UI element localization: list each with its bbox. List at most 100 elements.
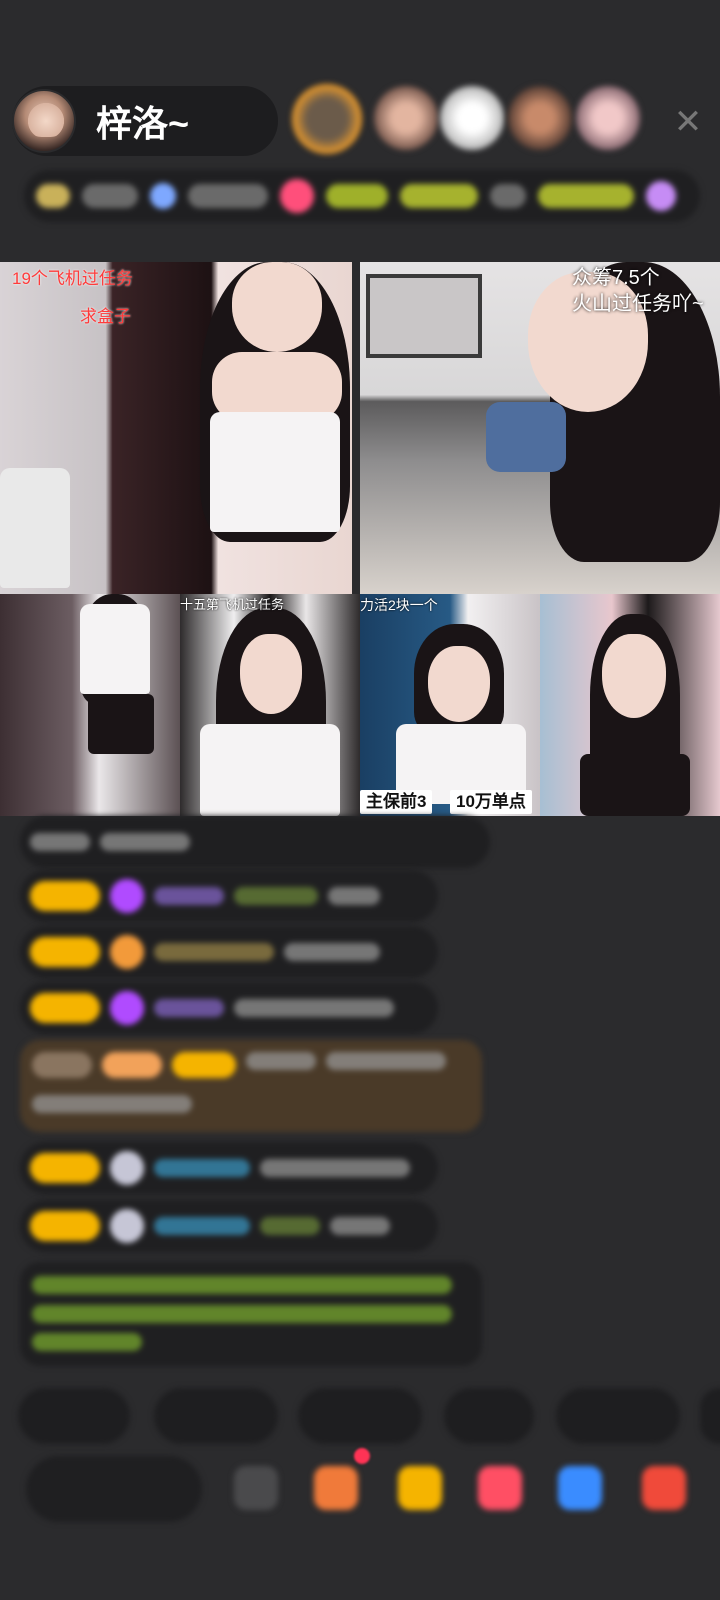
chat-text <box>100 833 190 851</box>
more-icon[interactable] <box>642 1466 686 1510</box>
heart-icon[interactable] <box>478 1466 522 1510</box>
info-text <box>326 184 388 208</box>
chat-message[interactable] <box>20 1200 438 1252</box>
tile-badge: 10万单点 <box>450 790 532 814</box>
notice-text <box>32 1304 452 1323</box>
level-badge <box>30 937 100 967</box>
viewer-avatar[interactable] <box>576 86 640 150</box>
tile-caption: 求盒子 <box>80 307 131 326</box>
notice-text <box>32 1333 142 1352</box>
viewer-avatar[interactable] <box>508 86 572 150</box>
tile-caption: 十五第飞机过任务 <box>180 597 285 612</box>
level-badge <box>30 1211 100 1241</box>
person-face <box>602 634 666 718</box>
diamond-icon <box>110 991 144 1025</box>
person-top <box>580 754 690 816</box>
chat-username <box>154 999 224 1017</box>
info-text <box>400 184 478 208</box>
chat-text <box>260 1217 320 1235</box>
person-top <box>80 604 150 694</box>
video-tile-5[interactable]: 力活2块一个 主保前3 10万单点 <box>360 594 540 816</box>
info-text <box>490 184 526 208</box>
emoji-icon[interactable] <box>234 1466 278 1510</box>
close-icon[interactable]: ✕ <box>670 104 706 140</box>
chat-username <box>154 887 224 905</box>
info-text <box>188 184 268 208</box>
chat-message-highlight[interactable] <box>20 1040 482 1132</box>
quick-reply-button[interactable] <box>556 1388 680 1444</box>
level-badge <box>30 881 100 911</box>
host-avatar[interactable] <box>12 89 76 153</box>
denim-shorts <box>486 402 566 472</box>
chat-text <box>32 1095 192 1113</box>
badge-icon <box>110 1151 144 1185</box>
chat-username <box>154 943 274 961</box>
info-text <box>82 184 138 208</box>
chat-username <box>154 1159 250 1177</box>
viewer-avatar[interactable] <box>440 86 504 150</box>
tile-badge: 主保前3 <box>360 790 433 814</box>
tile-caption: 19个飞机过任务 <box>12 269 133 288</box>
video-tile-4[interactable]: 十五第飞机过任务 <box>180 594 360 816</box>
video-tile-1[interactable]: 19个飞机过任务 求盒子 <box>0 262 352 594</box>
person-face <box>232 262 322 352</box>
quick-reply-button[interactable] <box>700 1388 720 1444</box>
person-face <box>428 646 490 722</box>
room-info-row[interactable] <box>24 170 700 222</box>
chat-text <box>330 1217 390 1235</box>
video-tile-6[interactable] <box>540 594 720 816</box>
quick-reply-button[interactable] <box>154 1388 278 1444</box>
gift-icon <box>280 179 314 213</box>
level-badge <box>102 1052 162 1078</box>
medal-icon <box>110 935 144 969</box>
quick-reply-button[interactable] <box>444 1388 534 1444</box>
tile-caption: 众筹7.5个 <box>572 267 660 289</box>
viewer-avatar[interactable] <box>292 84 362 154</box>
share-icon[interactable] <box>558 1466 602 1510</box>
rank-icon <box>646 181 676 211</box>
viewer-avatar[interactable] <box>374 86 438 150</box>
video-tile-2[interactable]: 众筹7.5个 火山过任务吖~ <box>360 262 720 594</box>
badge-icon <box>36 184 70 208</box>
notice-text <box>32 1276 452 1294</box>
system-notice <box>20 1262 482 1366</box>
person-shorts <box>88 694 154 754</box>
level-badge <box>32 1052 92 1078</box>
diamond-icon <box>110 879 144 913</box>
chat-text <box>260 1159 410 1177</box>
chat-message[interactable] <box>20 1142 438 1194</box>
gift-box-icon[interactable] <box>314 1466 358 1510</box>
comment-input[interactable] <box>26 1456 202 1522</box>
chat-text <box>234 887 318 905</box>
chat-text <box>284 943 380 961</box>
fans-icon <box>150 183 176 209</box>
chat-message[interactable] <box>20 926 438 978</box>
quick-reply-button[interactable] <box>298 1388 422 1444</box>
chat-text <box>328 887 380 905</box>
wall-picture <box>366 274 482 358</box>
person-top <box>200 724 340 816</box>
chat-username <box>154 1217 250 1235</box>
badge-icon <box>110 1209 144 1243</box>
level-badge <box>172 1052 236 1078</box>
chat-text <box>30 833 90 851</box>
level-badge <box>30 993 100 1023</box>
chat-message[interactable] <box>20 870 438 922</box>
chat-username <box>246 1052 316 1070</box>
info-text <box>538 184 634 208</box>
chat-message[interactable] <box>20 816 490 868</box>
wallet-icon[interactable] <box>398 1466 442 1510</box>
video-tile-3[interactable] <box>0 594 180 816</box>
quick-reply-button[interactable] <box>18 1388 130 1444</box>
level-badge <box>30 1153 100 1183</box>
host-name: 梓洛~ <box>96 103 190 144</box>
notification-dot <box>354 1448 370 1464</box>
chat-text <box>326 1052 446 1070</box>
chat-message[interactable] <box>20 982 438 1034</box>
chat-text <box>234 999 394 1017</box>
tile-caption: 力活2块一个 <box>360 597 438 613</box>
pillow <box>0 468 70 588</box>
person-top <box>210 412 340 532</box>
host-info-pill[interactable]: 梓洛~ <box>12 86 278 156</box>
tile-caption: 火山过任务吖~ <box>572 293 704 315</box>
